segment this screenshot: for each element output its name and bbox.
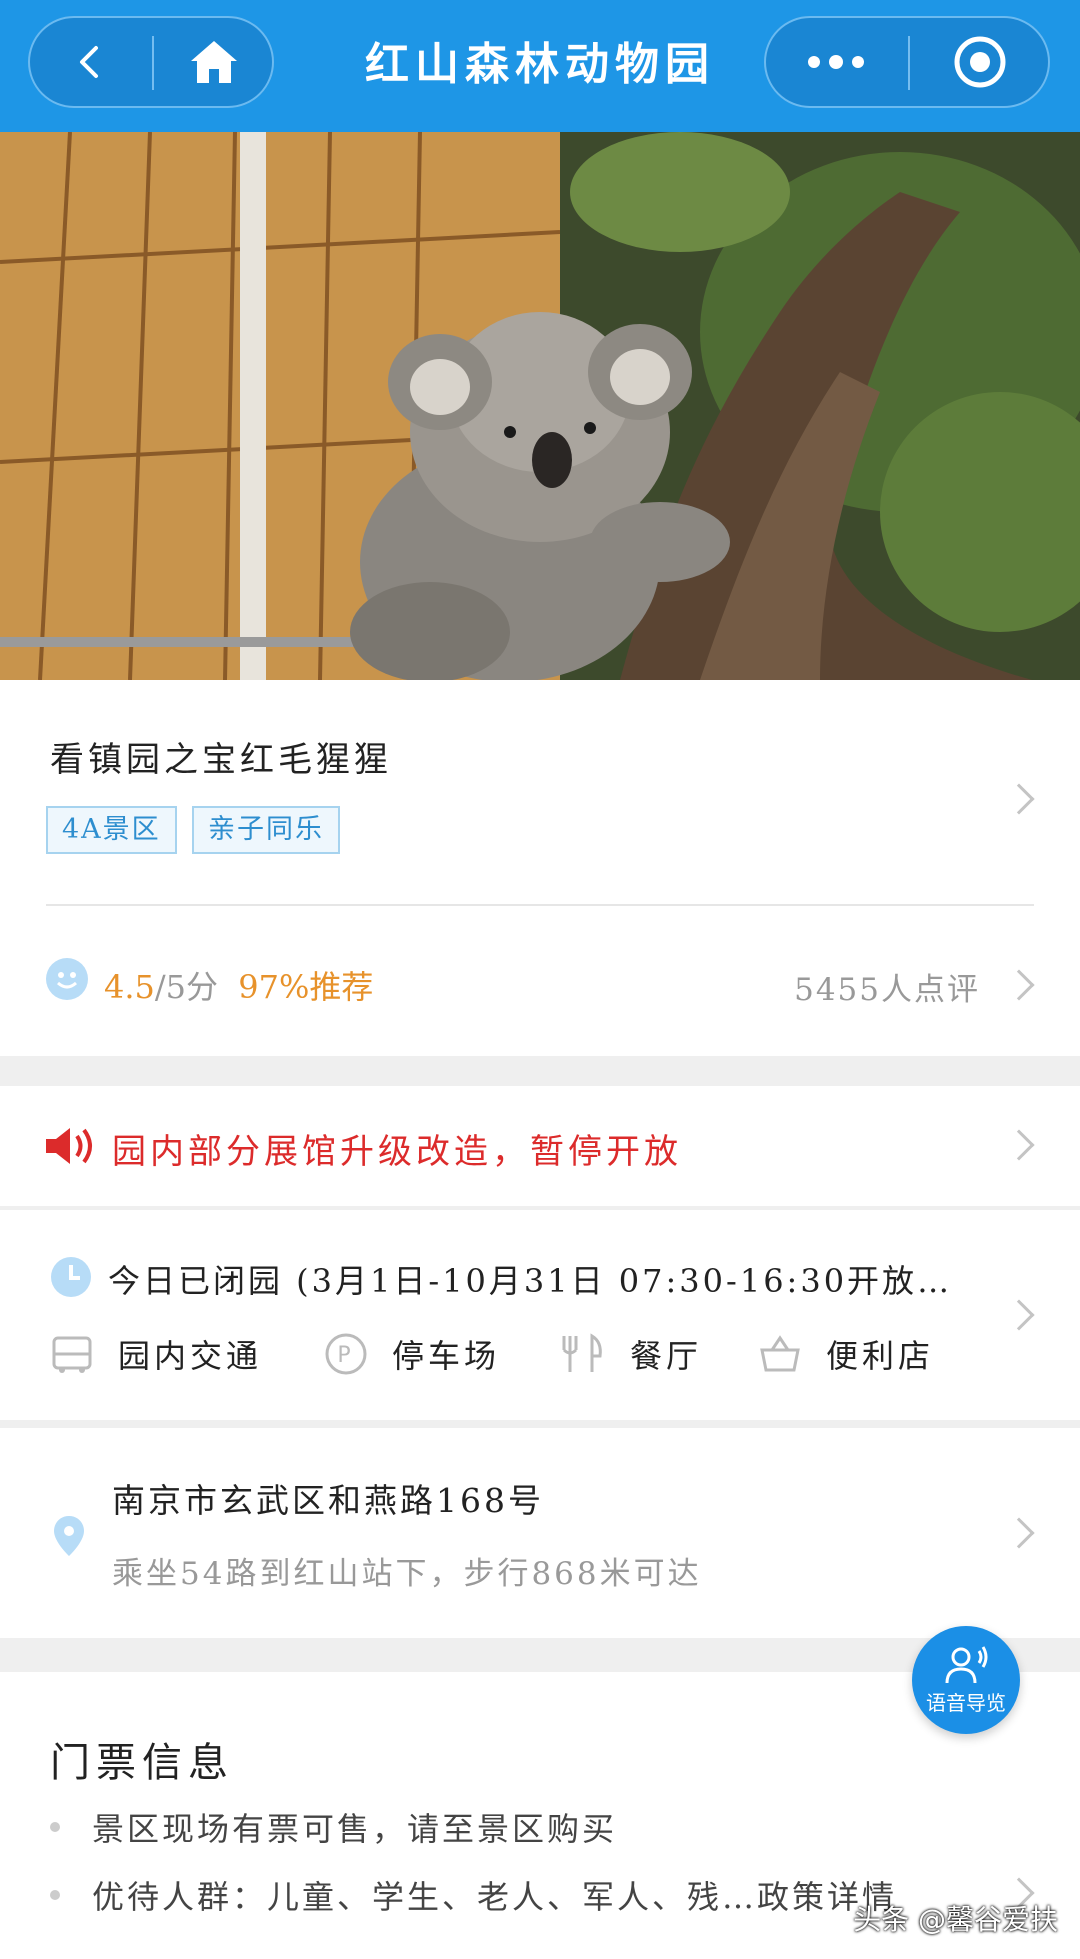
rating: 4.5/5分 97%推荐 bbox=[104, 962, 373, 1008]
close-miniapp-button[interactable] bbox=[910, 18, 1050, 106]
fork-knife-icon bbox=[560, 1330, 608, 1378]
facility-label: 餐厅 bbox=[630, 1337, 703, 1375]
tag-family: 亲子同乐 bbox=[192, 806, 340, 854]
more-button[interactable] bbox=[766, 18, 906, 106]
clock-icon bbox=[51, 1257, 91, 1297]
location-pin-icon bbox=[54, 1516, 84, 1556]
voice-guide-button[interactable]: 语音导览 bbox=[912, 1626, 1020, 1734]
basket-icon bbox=[756, 1330, 804, 1378]
facility-transport[interactable]: 园内交通 bbox=[48, 1330, 262, 1378]
bullet bbox=[50, 1890, 60, 1900]
recommend-rate: 97%推荐 bbox=[238, 968, 374, 1006]
home-button[interactable] bbox=[154, 18, 274, 106]
ticket-title: 门票信息 bbox=[50, 1740, 234, 1786]
smiley-icon bbox=[46, 958, 88, 1000]
facility-store[interactable]: 便利店 bbox=[756, 1330, 934, 1378]
divider bbox=[46, 904, 1034, 906]
hero-image[interactable] bbox=[0, 132, 1080, 680]
address-card[interactable]: 南京市玄武区和燕路168号 乘坐54路到红山站下，步行868米可达 bbox=[0, 1428, 1080, 1638]
nav-capsule bbox=[28, 16, 274, 108]
home-icon bbox=[191, 41, 237, 83]
chevron-right-icon bbox=[1003, 1299, 1035, 1331]
facility-label: 停车场 bbox=[392, 1337, 501, 1375]
bullet bbox=[50, 1822, 60, 1832]
page-title: 红山森林动物园 bbox=[365, 39, 715, 90]
facility-label: 便利店 bbox=[826, 1337, 935, 1375]
watermark: 头条 @馨谷爱扶 bbox=[853, 1903, 1058, 1936]
chevron-right-icon bbox=[1003, 1517, 1035, 1549]
rating-score: 4.5 bbox=[104, 968, 155, 1006]
facility-label: 园内交通 bbox=[118, 1337, 263, 1375]
more-dots-icon bbox=[808, 55, 864, 69]
koala-photo bbox=[0, 132, 1080, 680]
hours-card[interactable]: 今日已闭园 (3月1日-10月31日 07:30-16:30开放；11… 园内交… bbox=[0, 1210, 1080, 1420]
tag-4a: 4A景区 bbox=[46, 806, 177, 854]
notice-card[interactable]: 园内部分展馆升级改造，暂停开放 bbox=[0, 1086, 1080, 1206]
chevron-right-icon bbox=[1003, 1129, 1035, 1161]
ticket-line-1: 景区现场有票可售，请至景区购买 bbox=[92, 1810, 618, 1848]
voice-guide-label: 语音导览 bbox=[926, 1690, 1006, 1715]
rating-max: /5分 bbox=[154, 968, 219, 1006]
subtitle: 看镇园之宝红毛猩猩 bbox=[50, 740, 392, 780]
bus-icon bbox=[48, 1330, 96, 1378]
menu-capsule bbox=[764, 16, 1050, 108]
route-hint: 乘坐54路到红山站下，步行868米可达 bbox=[112, 1556, 702, 1592]
top-bar: 红山森林动物园 bbox=[0, 0, 1080, 132]
facility-parking[interactable]: P 停车场 bbox=[322, 1330, 500, 1378]
chevron-right-icon bbox=[1003, 783, 1035, 815]
notice-text: 园内部分展馆升级改造，暂停开放 bbox=[112, 1132, 682, 1172]
svg-text:P: P bbox=[337, 1343, 354, 1368]
address: 南京市玄武区和燕路168号 bbox=[112, 1481, 544, 1520]
target-icon bbox=[954, 36, 1006, 88]
info-card[interactable]: 看镇园之宝红毛猩猩 4A景区 亲子同乐 4.5/5分 97%推荐 5455人点评 bbox=[0, 680, 1080, 1056]
opening-hours: 今日已闭园 (3月1日-10月31日 07:30-16:30开放；11… bbox=[108, 1262, 958, 1300]
back-button[interactable] bbox=[30, 18, 150, 106]
speaker-icon bbox=[46, 1128, 92, 1164]
voice-person-icon bbox=[945, 1645, 988, 1683]
back-arrow-icon bbox=[80, 46, 98, 78]
facility-restaurant[interactable]: 餐厅 bbox=[560, 1330, 702, 1378]
parking-icon: P bbox=[322, 1330, 370, 1378]
chevron-right-icon bbox=[1003, 969, 1035, 1001]
review-count[interactable]: 5455人点评 bbox=[794, 964, 980, 1009]
ticket-line-2[interactable]: 优待人群：儿童、学生、老人、军人、残…政策详情 bbox=[92, 1872, 897, 1918]
